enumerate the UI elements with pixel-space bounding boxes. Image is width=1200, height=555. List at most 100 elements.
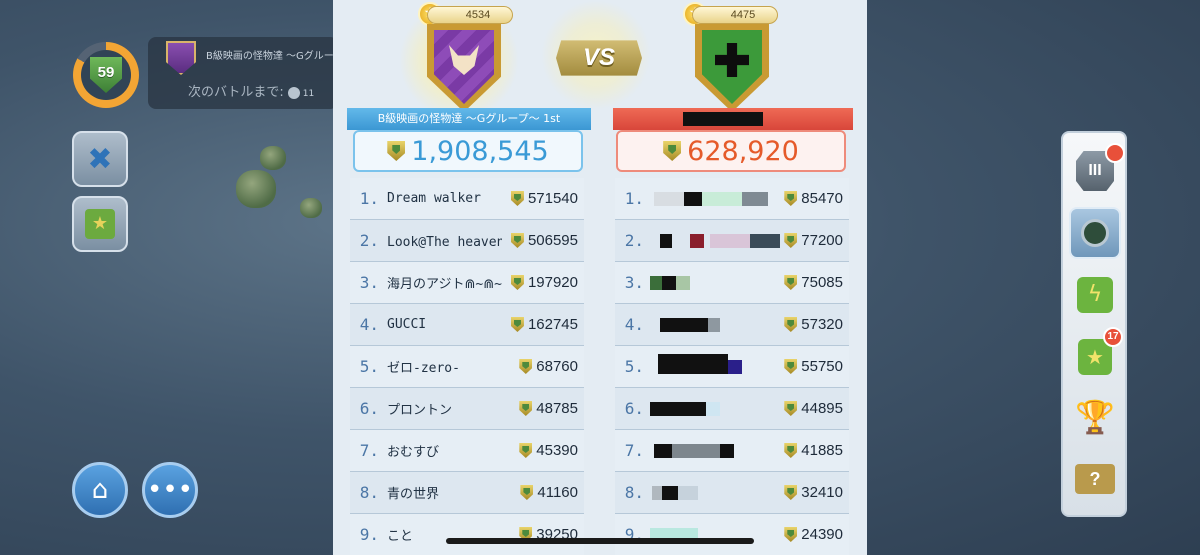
timer-icon xyxy=(287,86,300,99)
member-row[interactable]: 3.海月のアジト⋒~⋒~⋒~197920 xyxy=(350,262,584,304)
member-points: 45390 xyxy=(536,442,578,459)
member-name: 海月のアジト⋒~⋒~⋒~ xyxy=(387,277,502,292)
redacted-name xyxy=(650,190,768,208)
help-book-button[interactable]: ? xyxy=(1069,453,1121,505)
rewards-count-badge: 17 xyxy=(1103,327,1123,347)
side-menu: III ϟ ★ 17 🏆 ? xyxy=(1061,131,1127,517)
member-points: 44895 xyxy=(801,400,843,417)
member-points: 197920 xyxy=(527,274,578,291)
member-row[interactable]: 8. 32410 xyxy=(615,472,849,514)
map-rock xyxy=(236,170,276,208)
tools-button[interactable]: ✖ xyxy=(72,131,128,187)
member-points: 57320 xyxy=(801,316,843,333)
home-icon: ⌂ xyxy=(91,475,109,505)
trophy-shield-icon xyxy=(784,527,798,542)
redacted-name xyxy=(650,484,761,502)
member-points: 571540 xyxy=(527,190,578,207)
alert-badge xyxy=(1105,143,1125,163)
redacted-name xyxy=(650,353,761,376)
member-row[interactable]: 6. プロントン 48785 xyxy=(350,388,584,430)
member-name: プロントン xyxy=(387,403,453,418)
member-points: 75085 xyxy=(801,274,843,291)
right-clan-emblem[interactable] xyxy=(695,24,769,112)
chat-button[interactable]: ••• xyxy=(142,462,198,518)
map-rock xyxy=(300,198,322,218)
member-points: 85470 xyxy=(801,190,843,207)
member-row[interactable]: 7. おむすび 45390 xyxy=(350,430,584,472)
member-row[interactable]: 9. こと 39250 xyxy=(350,514,584,555)
trophy-shield-icon xyxy=(510,317,524,332)
member-name: Dream walker xyxy=(387,191,481,206)
redacted-name xyxy=(650,400,761,418)
member-name: 青の世界 xyxy=(387,487,440,502)
home-indicator[interactable] xyxy=(446,538,754,544)
trophy-shield-icon xyxy=(784,317,798,332)
redacted-name xyxy=(650,442,761,460)
member-row[interactable]: 1. Dream walker 571540 xyxy=(350,178,584,220)
trophy-shield-icon xyxy=(784,443,798,458)
war-scope-button[interactable] xyxy=(1069,207,1121,259)
trophy-shield-icon xyxy=(784,233,798,248)
chat-icon: ••• xyxy=(146,475,193,505)
right-clan-banner xyxy=(613,108,853,130)
member-row[interactable]: 2.Look@The heaven(ルク)506595 xyxy=(350,220,584,262)
next-battle-timer: 11 xyxy=(302,89,315,99)
left-member-list: 1.Dream walker571540 2.Look@The heaven(ル… xyxy=(350,178,584,555)
shop-button[interactable]: ★ xyxy=(72,196,128,252)
right-clan-score: 4475 xyxy=(692,6,778,24)
member-row[interactable]: 7. 41885 xyxy=(615,430,849,472)
member-points: 55750 xyxy=(801,358,843,375)
right-total-points: 628,920 xyxy=(616,130,846,172)
home-button[interactable]: ⌂ xyxy=(72,462,128,518)
member-row[interactable]: 2. 77200 xyxy=(615,220,849,262)
member-points: 24390 xyxy=(801,526,843,543)
trophy-button[interactable]: 🏆 xyxy=(1069,391,1121,443)
member-points: 162745 xyxy=(527,316,578,333)
redacted-name xyxy=(650,274,761,292)
member-row[interactable]: 3. 75085 xyxy=(615,262,849,304)
member-row[interactable]: 8. 青の世界 41160 xyxy=(350,472,584,514)
trophy-shield-icon xyxy=(784,191,798,206)
member-points: 77200 xyxy=(801,232,843,249)
cross-icon xyxy=(715,43,749,77)
member-row[interactable]: 5. 55750 xyxy=(615,346,849,388)
level-number: 59 xyxy=(90,57,122,93)
trophy-shield-icon xyxy=(519,401,533,416)
clan-info-card[interactable]: B級映画の怪物達 ～Gグルー 次のバトルまで: 11 xyxy=(148,37,338,109)
trophy-shield-icon xyxy=(387,141,406,161)
member-name: Look@The heaven(ルク) xyxy=(387,235,502,250)
trophy-shield-icon xyxy=(784,485,798,500)
member-points: 41160 xyxy=(537,484,578,501)
power-button[interactable]: ϟ xyxy=(1069,269,1121,321)
member-name: おむすび xyxy=(387,445,440,460)
wrench-icon: ✖ xyxy=(87,141,113,177)
member-points: 48785 xyxy=(536,400,578,417)
member-name: GUCCI xyxy=(387,317,427,332)
help-book-icon: ? xyxy=(1075,464,1115,494)
clan-war-panel: ★ 4534 ★ 4475 VS B級映画の怪物達 ～Gグループ～ 1st 1,… xyxy=(333,0,867,555)
trophy-shield-icon xyxy=(519,443,533,458)
trophy-shield-icon xyxy=(510,233,524,248)
member-row[interactable]: 4. GUCCI 162745 xyxy=(350,304,584,346)
right-member-list: 1. 85470 2. 77200 3. 75085 4. 57320 5. 55750 … xyxy=(615,178,849,555)
trophy-icon: 🏆 xyxy=(1075,398,1115,436)
trophy-shield-icon xyxy=(520,485,534,500)
redacted-name xyxy=(650,232,780,250)
member-row[interactable]: 4. 57320 xyxy=(615,304,849,346)
member-row[interactable]: 9. 24390 xyxy=(615,514,849,555)
member-row[interactable]: 6. 44895 xyxy=(615,388,849,430)
left-total-points: 1,908,545 xyxy=(353,130,583,172)
trophy-shield-icon xyxy=(784,359,798,374)
lightning-icon: ϟ xyxy=(1077,277,1113,313)
shopping-bag-icon: ★ xyxy=(85,209,115,239)
trophy-shield-icon xyxy=(519,359,533,374)
trophy-shield-icon xyxy=(510,275,524,290)
member-points: 506595 xyxy=(527,232,578,249)
member-row[interactable]: 5. ゼロ-zero- 68760 xyxy=(350,346,584,388)
left-clan-score: 4534 xyxy=(427,6,513,24)
player-level-badge[interactable]: 59 xyxy=(73,42,139,108)
member-row[interactable]: 1. 85470 xyxy=(615,178,849,220)
clan-name: B級映画の怪物達 ～Gグルー xyxy=(206,51,334,62)
member-points: 41885 xyxy=(801,442,843,459)
left-clan-banner: B級映画の怪物達 ～Gグループ～ 1st xyxy=(347,108,591,130)
